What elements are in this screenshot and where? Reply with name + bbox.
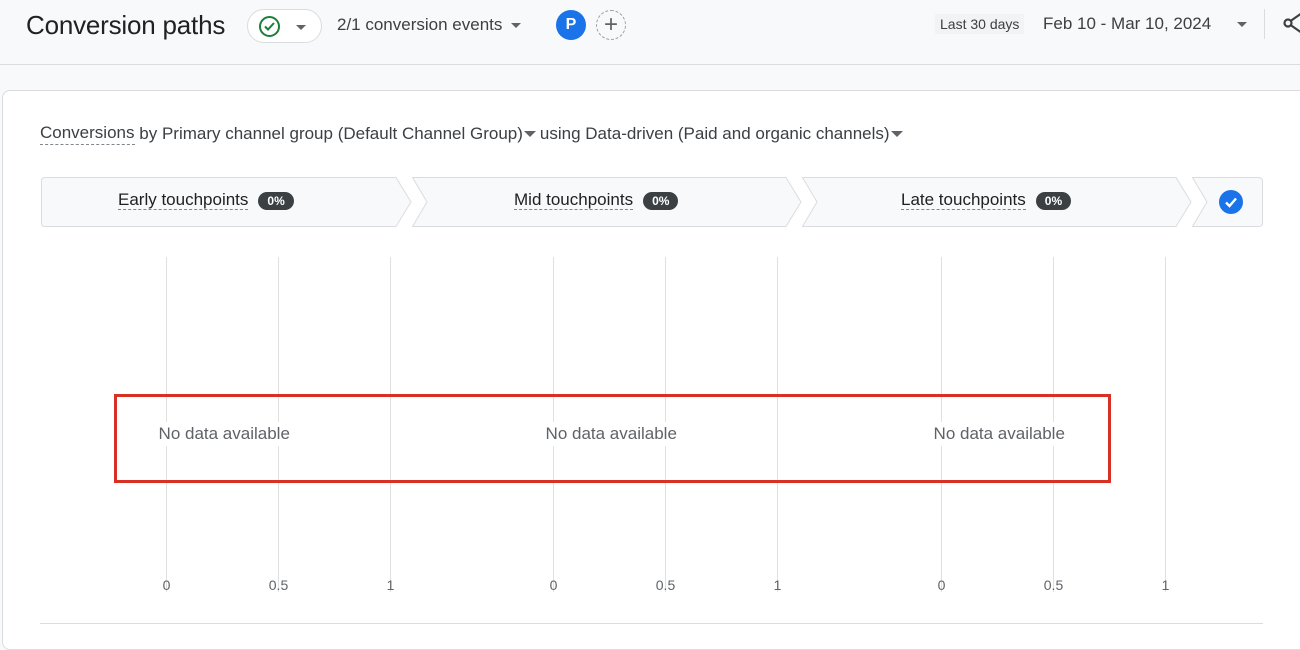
step-mid-touchpoints[interactable]: Mid touchpoints 0% — [412, 177, 804, 227]
share-icon[interactable] — [1282, 10, 1300, 41]
page-header: Conversion paths 2/1 conversion events P… — [0, 0, 1300, 65]
using-label: using — [540, 124, 581, 144]
check-circle-icon — [1219, 190, 1243, 214]
page-title: Conversion paths — [26, 10, 225, 41]
conversion-events-dropdown[interactable]: 2/1 conversion events — [337, 15, 521, 35]
chevron-down-icon[interactable] — [1237, 22, 1247, 27]
conversion-events-label: 2/1 conversion events — [337, 15, 502, 35]
chevron-down-icon[interactable] — [891, 131, 903, 137]
by-label: by — [139, 124, 157, 144]
status-dropdown[interactable] — [247, 9, 322, 43]
chevron-down-icon — [296, 25, 306, 30]
divider — [40, 623, 1263, 624]
attribution-model-selector[interactable]: Data-driven (Paid and organic channels) — [585, 124, 889, 144]
step-label[interactable]: Mid touchpoints — [514, 191, 633, 210]
percent-badge: 0% — [643, 192, 678, 210]
step-early-touchpoints[interactable]: Early touchpoints 0% — [41, 177, 413, 227]
dimension-selector[interactable]: Primary channel group (Default Channel G… — [162, 124, 523, 144]
touchpoint-steps: Early touchpoints 0% Mid touchpoints 0% … — [41, 177, 1263, 227]
step-label[interactable]: Late touchpoints — [901, 191, 1026, 210]
divider — [1264, 9, 1265, 39]
percent-badge: 0% — [258, 192, 293, 210]
metric-selector[interactable]: Conversions — [40, 123, 135, 145]
date-range-picker[interactable]: Feb 10 - Mar 10, 2024 — [1043, 14, 1211, 34]
report-card — [2, 90, 1300, 650]
percent-badge: 0% — [1036, 192, 1071, 210]
step-late-touchpoints[interactable]: Late touchpoints 0% — [802, 177, 1194, 227]
date-preset-label: Last 30 days — [935, 14, 1024, 34]
step-label[interactable]: Early touchpoints — [118, 191, 248, 210]
chevron-down-icon[interactable] — [524, 131, 536, 137]
chevron-down-icon — [511, 23, 521, 28]
highlight-annotation — [114, 394, 1111, 483]
check-circle-icon — [259, 16, 280, 37]
plus-icon: + — [604, 11, 618, 38]
report-selector: Conversions by Primary channel group (De… — [40, 123, 907, 145]
avatar[interactable]: P — [556, 10, 586, 40]
add-comparison-button[interactable]: + — [596, 10, 626, 40]
